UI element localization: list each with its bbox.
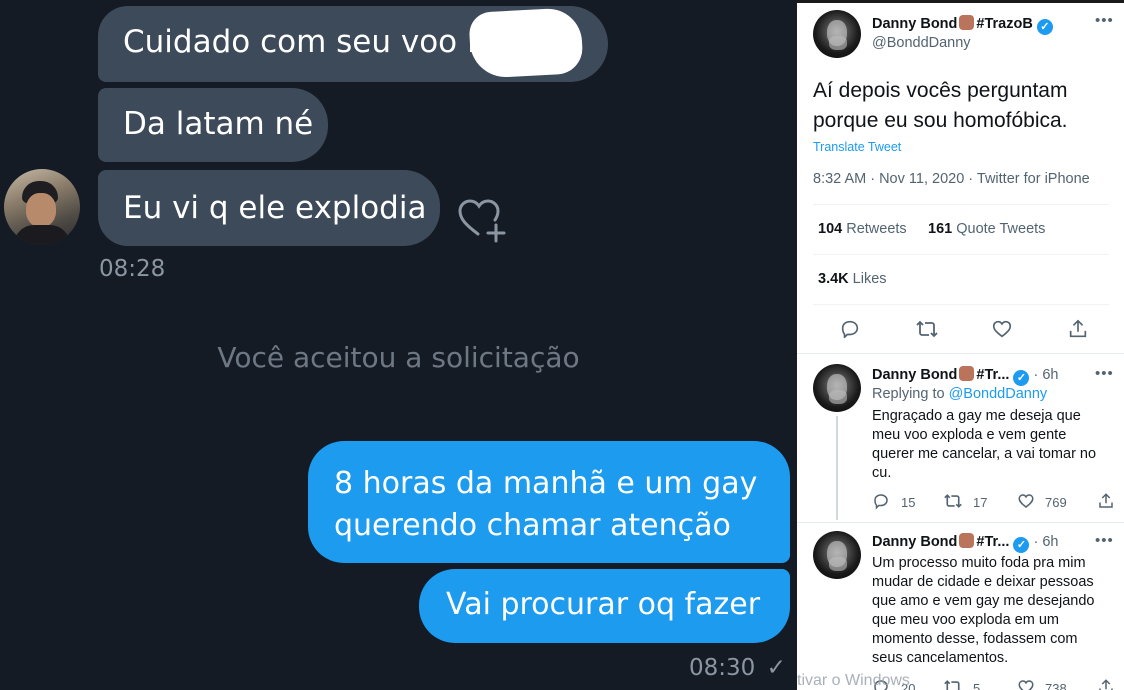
share-button[interactable] — [1097, 678, 1117, 690]
incoming-message: Da latam né — [98, 88, 328, 162]
reply-text: Um processo muito foda pra mim mudar de … — [872, 555, 1095, 666]
like-icon[interactable] — [991, 318, 1013, 345]
reply-author-name[interactable]: Danny Bond #Tr... ✓ · 6h — [872, 533, 1059, 553]
verified-badge-icon: ✓ — [1013, 370, 1030, 386]
incoming-message: Eu vi q ele explodia — [98, 170, 440, 246]
dm-conversation: Cuidado com seu voo L Da latam né Eu vi … — [0, 0, 797, 690]
reply-more-options-icon[interactable]: ••• — [1095, 532, 1114, 549]
reply-author-avatar[interactable] — [813, 531, 861, 579]
tweet-text: Aí depois vocês perguntam porque eu sou … — [813, 79, 1068, 132]
retweets-stat[interactable]: 104 Retweets — [818, 221, 907, 237]
activate-windows-watermark: tivar o Windows — [797, 672, 910, 689]
woman-emoji-icon — [959, 15, 975, 30]
reply-more-options-icon[interactable]: ••• — [1095, 365, 1114, 382]
quote-tweets-stat[interactable]: 161 Quote Tweets — [928, 221, 1045, 237]
reply-author-name[interactable]: Danny Bond #Tr... ✓ · 6h — [872, 366, 1059, 386]
react-heart-icon[interactable] — [456, 196, 508, 244]
outgoing-message: 8 horas da manhã e um gay querendo chama… — [308, 441, 790, 563]
likes-stat[interactable]: 3.4K Likes — [818, 271, 887, 287]
tweet-meta: 8:32 AM · Nov 11, 2020 · Twitter for iPh… — [813, 171, 1090, 187]
thread-line — [836, 416, 838, 520]
censor-scribble — [468, 7, 584, 79]
reply-icon[interactable] — [839, 318, 861, 345]
woman-emoji-icon — [959, 366, 975, 381]
verified-badge-icon: ✓ — [1036, 19, 1053, 35]
like-button[interactable]: 738 — [1017, 678, 1097, 690]
reply-text: Engraçado a gay me deseja que meu voo ex… — [872, 408, 1097, 481]
more-options-icon[interactable]: ••• — [1095, 12, 1114, 29]
reply-author-avatar[interactable] — [813, 364, 861, 412]
sender-avatar[interactable] — [4, 169, 80, 245]
verified-badge-icon: ✓ — [1013, 537, 1030, 553]
author-name[interactable]: Danny Bond #TrazoB ✓ — [872, 15, 1053, 35]
author-avatar[interactable] — [813, 10, 861, 58]
share-button[interactable] — [1097, 492, 1117, 512]
reply-button[interactable]: 15 — [872, 492, 932, 512]
author-handle[interactable]: @BonddDanny — [872, 35, 971, 51]
share-icon[interactable] — [1067, 318, 1089, 345]
retweet-button[interactable]: 17 — [943, 492, 1003, 512]
sent-check-icon: ✓ — [766, 655, 786, 681]
tweet-panel: Danny Bond #TrazoB ✓ @BonddDanny ••• Aí de… — [797, 0, 1124, 690]
translate-tweet-link[interactable]: Translate Tweet — [813, 140, 901, 154]
woman-emoji-icon — [959, 533, 975, 548]
incoming-timestamp: 08:28 — [99, 256, 166, 282]
outgoing-timestamp: 08:30 ✓ — [689, 655, 786, 681]
retweet-icon[interactable] — [915, 318, 939, 345]
system-notice: Você aceitou a solicitação — [217, 341, 580, 374]
outgoing-message: Vai procurar oq fazer — [419, 569, 790, 643]
retweet-button[interactable]: 5 — [943, 678, 1003, 690]
top-bar — [797, 0, 1124, 3]
like-button[interactable]: 769 — [1017, 492, 1097, 512]
replying-to: Replying to @BonddDanny — [872, 386, 1048, 402]
